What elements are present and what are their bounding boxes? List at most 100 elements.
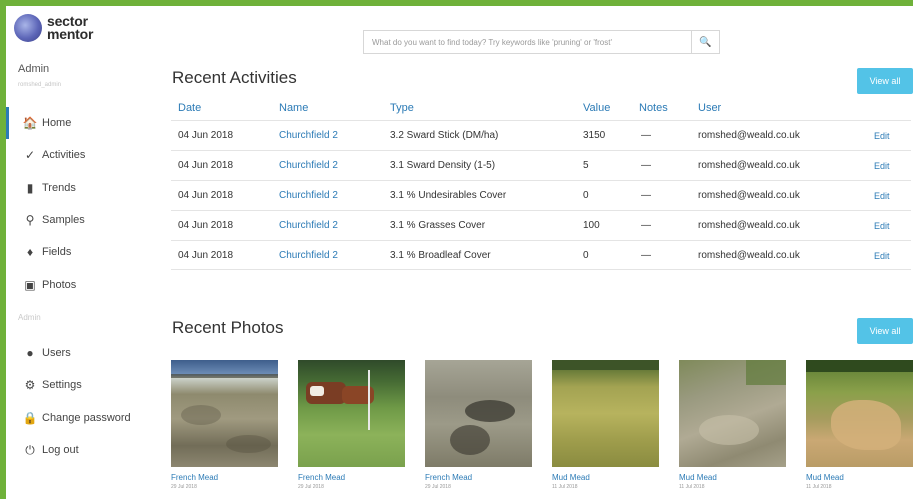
power-icon: ⏻ [25,442,35,457]
photo-thumbnail[interactable] [806,360,913,467]
cell-name-link[interactable]: Churchfield 2 [279,220,338,231]
cell-user: romshed@weald.co.uk [698,160,800,171]
sidebar-item-log-out[interactable]: ⏻ Log out [6,434,156,466]
cell-value: 3150 [583,130,606,141]
nav-section-admin: Admin [18,313,41,322]
photo-name-link[interactable]: Mud Mead [806,473,844,482]
cell-type: 3.1 % Broadleaf Cover [390,250,491,261]
table-row: 04 Jun 2018 Churchfield 2 3.1 % Undesira… [171,180,911,210]
cell-name-link[interactable]: Churchfield 2 [279,130,338,141]
photo-name-link[interactable]: French Mead [425,473,472,482]
recent-photos-title: Recent Photos [172,318,284,337]
cell-date: 04 Jun 2018 [178,220,234,231]
cell-notes: — [641,130,651,141]
sidebar-item-label: Log out [42,444,79,457]
cell-value: 5 [583,160,589,171]
sidebar-item-fields[interactable]: ♦ Fields [6,236,156,268]
cell-value: 100 [583,220,600,231]
photo-date: 11 Jul 2018 [679,484,705,490]
sidebar-item-home[interactable]: 🏠 Home [6,107,156,140]
cell-name-link[interactable]: Churchfield 2 [279,190,338,201]
sidebar-item-activities[interactable]: ✓ Activities [6,139,156,171]
photo-thumbnail[interactable] [552,360,659,467]
photo-date: 11 Jul 2018 [806,484,832,490]
photo-name-link[interactable]: French Mead [171,473,218,482]
column-header-user[interactable]: User [698,102,721,114]
main-nav: 🏠 Home ✓ Activities ▮ Trends ⚲ Samples ♦… [6,107,156,301]
image-icon: ▣ [24,277,36,292]
cell-notes: — [641,160,651,171]
cell-type: 3.2 Sward Stick (DM/ha) [390,130,499,141]
home-icon: 🏠 [22,116,38,131]
view-all-activities-button[interactable]: View all [857,68,913,94]
bar-chart-icon: ▮ [26,180,34,195]
cell-user: romshed@weald.co.uk [698,190,800,201]
edit-link[interactable]: Edit [874,191,890,201]
cell-date: 04 Jun 2018 [178,130,234,141]
search-button[interactable]: 🔍 [691,31,719,53]
photo-card[interactable]: French Mead 29 Jul 2018 [298,360,405,490]
user-name: Admin [18,63,50,75]
photo-name-link[interactable]: Mud Mead [552,473,590,482]
photo-card[interactable]: Mud Mead 11 Jul 2018 [552,360,659,490]
logo-text: sector mentor [47,14,93,41]
search-input[interactable] [364,31,691,53]
column-header-name[interactable]: Name [279,102,308,114]
user-subtitle: romshed_admin [18,82,62,88]
search-icon: 🔍 [699,36,712,48]
edit-link[interactable]: Edit [874,221,890,231]
photo-name-link[interactable]: Mud Mead [679,473,717,482]
admin-nav: ● Users ⚙ Settings 🔒 Change password ⏻ L… [6,337,156,466]
cell-date: 04 Jun 2018 [178,190,234,201]
photo-date: 11 Jul 2018 [552,484,578,490]
cell-name-link[interactable]: Churchfield 2 [279,160,338,171]
photo-thumbnail[interactable] [171,360,278,467]
photo-card[interactable]: French Mead 29 Jul 2018 [425,360,532,490]
table-header: Date Name Type Value Notes User [171,98,911,120]
edit-link[interactable]: Edit [874,161,890,171]
edit-link[interactable]: Edit [874,251,890,261]
sidebar-item-users[interactable]: ● Users [6,337,156,369]
photo-thumbnail[interactable] [425,360,532,467]
cell-date: 04 Jun 2018 [178,160,234,171]
sidebar-item-label: Home [42,117,72,130]
cell-type: 3.1 % Grasses Cover [390,220,486,231]
activities-table: Date Name Type Value Notes User 04 Jun 2… [171,98,911,270]
photo-card[interactable]: French Mead 29 Jul 2018 [171,360,278,490]
photo-date: 29 Jul 2018 [425,484,451,490]
sidebar-item-label: Photos [42,278,77,291]
cell-date: 04 Jun 2018 [178,250,234,261]
photo-name-link[interactable]: French Mead [298,473,345,482]
photo-card[interactable]: Mud Mead 11 Jul 2018 [806,360,913,490]
sidebar-item-change-password[interactable]: 🔒 Change password [6,402,156,434]
photo-thumbnail[interactable] [679,360,786,467]
column-header-date[interactable]: Date [178,102,201,114]
edit-link[interactable]: Edit [874,131,890,141]
cell-notes: — [641,250,651,261]
cell-notes: — [641,190,651,201]
user-icon: ● [26,346,34,361]
pin-icon: ♦ [26,245,34,260]
sidebar-item-settings[interactable]: ⚙ Settings [6,369,156,401]
cell-type: 3.1 Sward Density (1-5) [390,160,496,171]
cell-user: romshed@weald.co.uk [698,130,800,141]
column-header-type[interactable]: Type [390,102,414,114]
sidebar-item-trends[interactable]: ▮ Trends [6,172,156,204]
cell-value: 0 [583,250,589,261]
sidebar-item-photos[interactable]: ▣ Photos [6,268,156,300]
lock-icon: 🔒 [22,410,38,425]
view-all-photos-button[interactable]: View all [857,318,913,344]
sidebar-item-label: Samples [42,214,85,227]
column-header-notes[interactable]: Notes [639,102,668,114]
cell-name-link[interactable]: Churchfield 2 [279,250,338,261]
photo-card[interactable]: Mud Mead 11 Jul 2018 [679,360,786,490]
sidebar-item-label: Trends [42,181,76,194]
location-pin-icon: ⚲ [25,213,35,228]
photo-thumbnail[interactable] [298,360,405,467]
cell-user: romshed@weald.co.uk [698,250,800,261]
column-header-value[interactable]: Value [583,102,610,114]
check-icon: ✓ [24,148,36,163]
table-row: 04 Jun 2018 Churchfield 2 3.1 % Grasses … [171,210,911,240]
logo[interactable]: sector mentor [14,14,93,42]
sidebar-item-samples[interactable]: ⚲ Samples [6,204,156,236]
